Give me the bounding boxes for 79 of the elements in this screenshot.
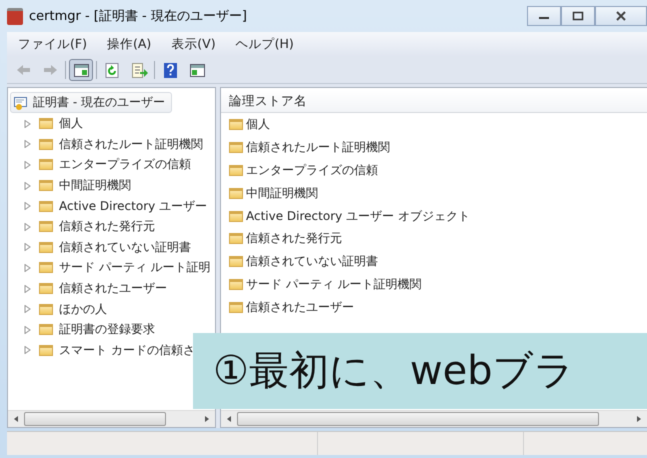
folder-icon — [39, 180, 53, 192]
horizontal-scrollbar[interactable] — [8, 410, 215, 427]
folder-icon — [39, 200, 53, 212]
help-icon — [162, 62, 178, 78]
folder-icon — [229, 164, 243, 176]
folder-icon — [39, 344, 53, 356]
list-item[interactable]: 信頼されたユーザー — [246, 299, 354, 316]
folder-icon — [229, 142, 243, 153]
folder-icon — [39, 159, 53, 170]
expander-icon[interactable] — [24, 182, 31, 190]
list-item[interactable]: 信頼されたルート証明機関 — [246, 138, 390, 156]
tree-item[interactable]: Active Directory ユーザー — [59, 198, 208, 215]
menu-item[interactable]: ヘルプ(H) — [226, 34, 303, 55]
expander-icon[interactable] — [24, 140, 31, 148]
tree-item[interactable]: 中間証明機関 — [59, 177, 131, 194]
list-item[interactable]: 個人 — [246, 116, 270, 133]
folder-icon — [229, 118, 243, 130]
tree-item[interactable]: 信頼された発行元 — [59, 218, 155, 236]
tree-item[interactable]: 信頼されたルート証明機関 — [59, 136, 203, 153]
export-list-icon — [130, 62, 148, 78]
folder-icon — [229, 256, 243, 268]
expander-icon[interactable] — [24, 202, 31, 210]
tree-item[interactable]: ほかの人 — [59, 300, 107, 318]
menu-item[interactable]: 表示(V) — [162, 34, 225, 55]
folder-icon — [39, 138, 53, 150]
expander-icon[interactable] — [24, 160, 31, 169]
window-title: certmgr - [証明書 - 現在のユーザー] — [29, 8, 247, 25]
tree-item[interactable]: 信頼されていない証明書 — [59, 238, 191, 256]
expander-icon[interactable] — [24, 326, 31, 334]
expander-icon[interactable] — [24, 222, 31, 231]
expander-icon[interactable] — [24, 264, 31, 272]
expander-icon[interactable] — [24, 284, 31, 293]
tree-item[interactable]: 信頼されたユーザー — [59, 280, 167, 298]
folder-icon — [39, 118, 53, 130]
menu-item[interactable]: ファイル(F) — [9, 34, 96, 55]
list-item[interactable]: 信頼された発行元 — [246, 230, 342, 248]
refresh-icon — [104, 62, 120, 78]
folder-icon — [229, 188, 243, 199]
right-arrow-icon[interactable] — [635, 415, 643, 423]
folder-icon — [229, 279, 243, 290]
tree-pane-button[interactable] — [69, 59, 93, 81]
expander-icon[interactable] — [24, 346, 31, 354]
folder-icon — [229, 302, 243, 314]
left-arrow-icon[interactable] — [12, 415, 20, 423]
expander-icon[interactable] — [24, 243, 31, 252]
right-arrow-icon[interactable] — [203, 415, 211, 423]
folder-icon — [39, 221, 53, 232]
minimize-button[interactable] — [527, 6, 561, 26]
list-item[interactable]: エンタープライズの信頼 — [246, 162, 378, 179]
tree-item[interactable]: サード パーティ ルート証明 — [59, 259, 211, 276]
tree-item[interactable]: 個人 — [59, 115, 83, 132]
list-item[interactable]: 信頼されていない証明書 — [246, 253, 378, 270]
tree-pane-icon — [72, 62, 90, 78]
tree-root-item[interactable]: 証明書 - 現在のユーザー — [10, 92, 172, 113]
list-item[interactable]: Active Directory ユーザー オブジェクト — [246, 208, 470, 224]
tree-item[interactable]: エンタープライズの信頼 — [59, 156, 191, 174]
list-item[interactable]: 中間証明機関 — [246, 184, 318, 202]
tree-item[interactable]: スマート カードの信頼さ — [59, 342, 195, 359]
folder-icon — [39, 262, 53, 274]
horizontal-scrollbar[interactable] — [221, 410, 647, 427]
folder-icon — [229, 233, 243, 244]
certificate-icon — [13, 94, 29, 110]
folder-icon — [229, 210, 243, 222]
action-pane-icon — [188, 62, 206, 78]
tree-item[interactable]: 証明書の登録要求 — [59, 321, 155, 338]
folder-icon — [39, 304, 53, 315]
caption-banner: ①最初に、webブラ — [193, 333, 647, 409]
maximize-button[interactable] — [561, 6, 595, 26]
left-arrow-icon[interactable] — [225, 415, 233, 423]
expander-icon[interactable] — [24, 305, 31, 314]
menu-item[interactable]: 操作(A) — [98, 34, 160, 55]
close-icon — [615, 11, 627, 21]
expander-icon[interactable] — [24, 120, 31, 128]
close-button[interactable] — [595, 6, 647, 26]
folder-icon — [39, 283, 53, 294]
list-item[interactable]: サード パーティ ルート証明機関 — [246, 276, 422, 294]
folder-icon — [39, 242, 53, 253]
maximize-icon — [572, 11, 584, 21]
folder-icon — [39, 324, 53, 336]
